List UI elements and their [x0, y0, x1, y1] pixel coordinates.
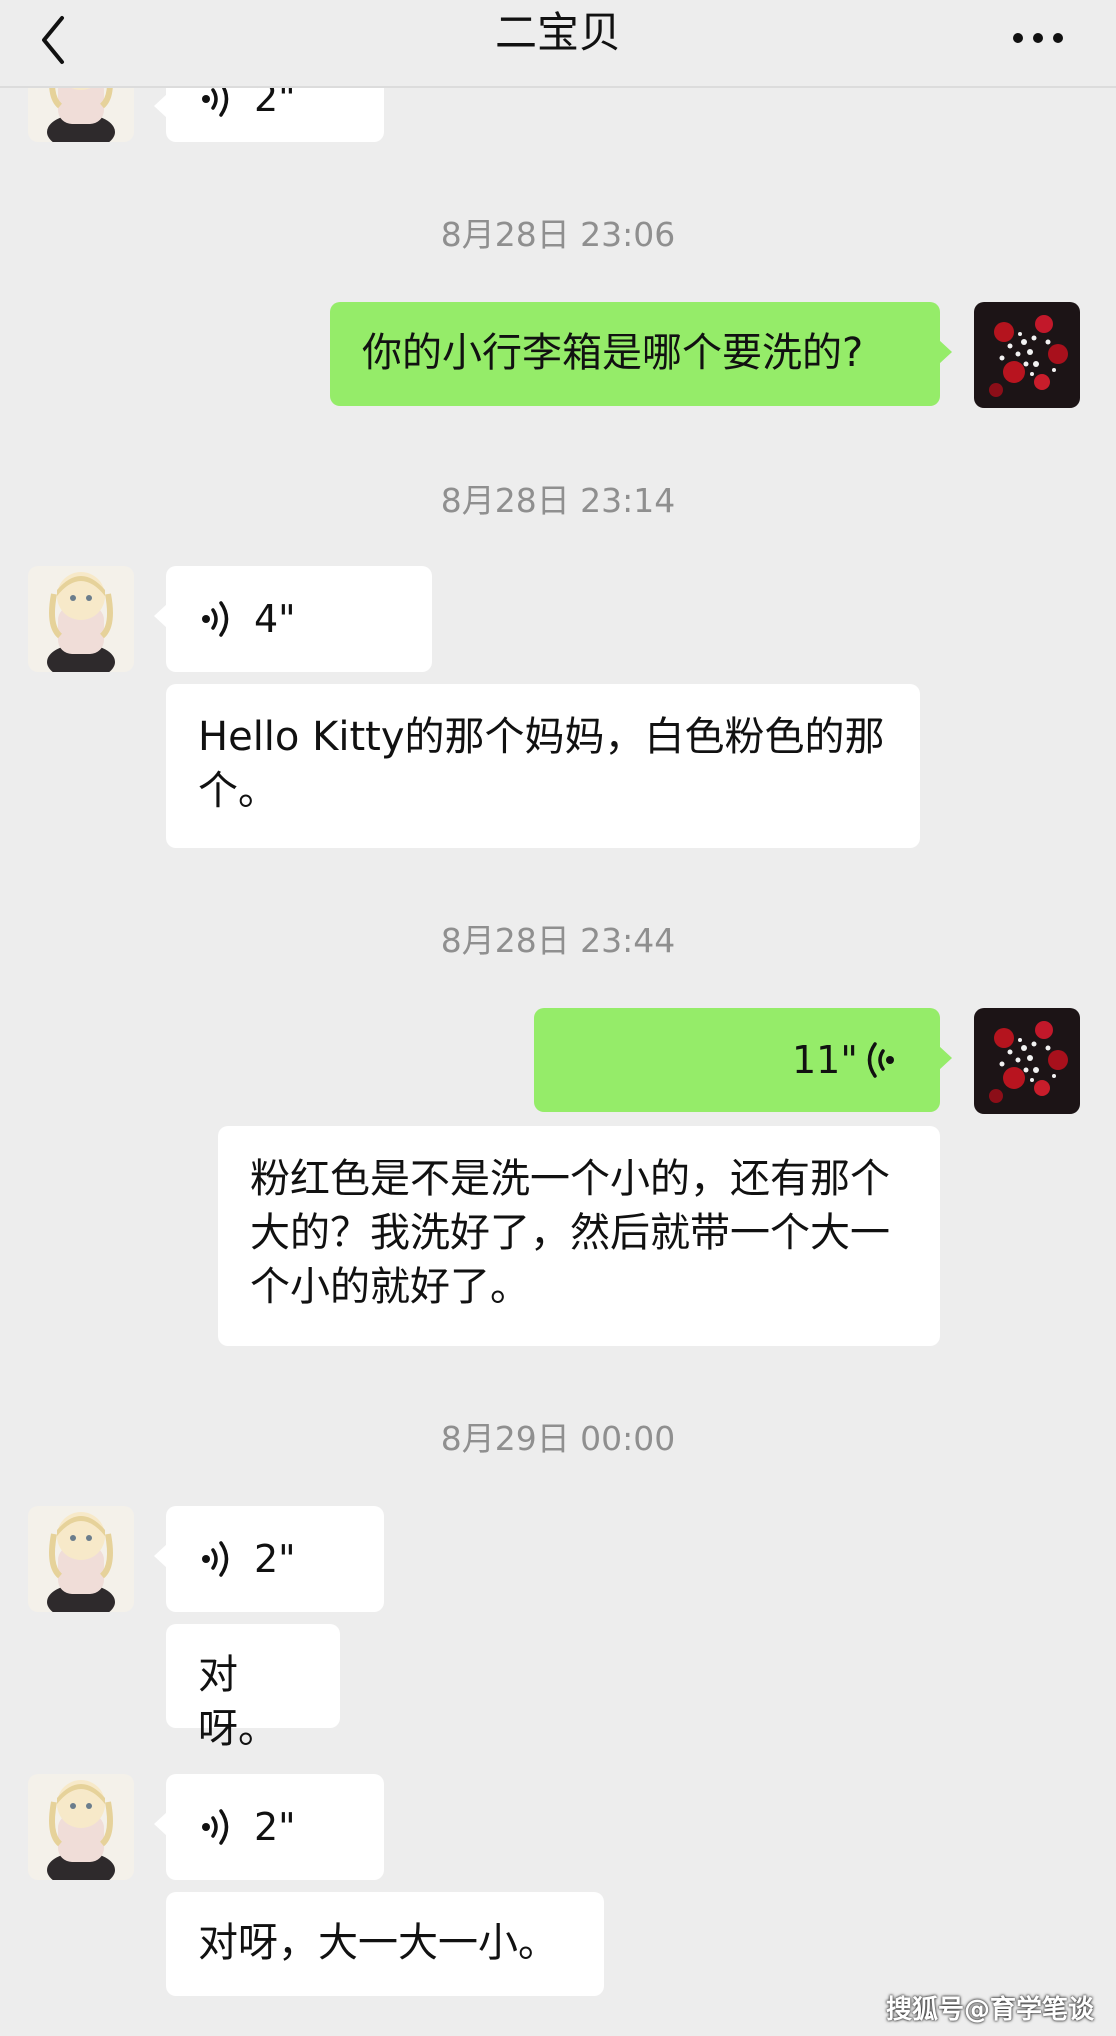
voice-wave-icon [202, 1541, 229, 1577]
outgoing-voice-message[interactable]: 11" [534, 1008, 952, 1112]
outgoing-text-message[interactable]: 你的小行李箱是哪个要洗的? [330, 302, 952, 406]
voice-message[interactable]: 4" [154, 566, 432, 672]
more-button[interactable] [1008, 18, 1068, 58]
contact-avatar[interactable] [28, 1774, 134, 1880]
contact-avatar[interactable] [28, 566, 134, 672]
voice-duration: 4" [254, 597, 296, 641]
voice-duration: 11" [792, 1038, 858, 1082]
back-button[interactable] [38, 12, 88, 68]
more-dots-icon [1013, 33, 1063, 43]
chat-title: 二宝贝 [494, 8, 621, 57]
voice-wave-icon [202, 601, 229, 637]
voice-wave-icon [202, 1809, 229, 1845]
my-avatar[interactable] [974, 302, 1080, 408]
voice-transcription[interactable]: 粉红色是不是洗一个小的，还有那个大的？我洗好了，然后就带一个大一个小的就好了。 [218, 1126, 940, 1346]
voice-duration: 2" [254, 1537, 296, 1581]
message-timestamp: 8月28日 23:44 [440, 921, 676, 960]
voice-transcription[interactable]: 对呀，大一大一小。 [166, 1892, 604, 1996]
message-timestamp: 8月29日 00:00 [440, 1419, 676, 1458]
message-text: 对呀，大一大一小。 [198, 1920, 558, 1966]
incoming-text-message[interactable]: Hello Kitty的那个妈妈，白色粉色的那个。 [166, 684, 920, 848]
message-text: Hello Kitty的那个妈妈，白色粉色的那个。 [198, 714, 885, 814]
voice-wave-icon [867, 1042, 894, 1078]
voice-message[interactable]: 2" [154, 1506, 384, 1612]
message-timestamp: 8月28日 23:14 [440, 481, 676, 520]
message-text: 粉红色是不是洗一个小的，还有那个大的？我洗好了，然后就带一个大一个小的就好了。 [250, 1156, 890, 1310]
chevron-left-icon [42, 16, 64, 64]
my-avatar[interactable] [974, 1008, 1080, 1114]
voice-message[interactable]: 2" [154, 1774, 384, 1880]
voice-transcription[interactable]: 对呀。 [166, 1624, 340, 1752]
message-timestamp: 8月28日 23:06 [440, 215, 676, 254]
watermark: 搜狐号@育学笔谈 [885, 1995, 1094, 2025]
contact-avatar[interactable] [28, 1506, 134, 1612]
message-text: 对呀。 [198, 1652, 278, 1752]
voice-duration: 2" [254, 1805, 296, 1849]
message-text: 你的小行李箱是哪个要洗的? [362, 330, 864, 376]
chat-header: 二宝贝 [0, 0, 1116, 87]
